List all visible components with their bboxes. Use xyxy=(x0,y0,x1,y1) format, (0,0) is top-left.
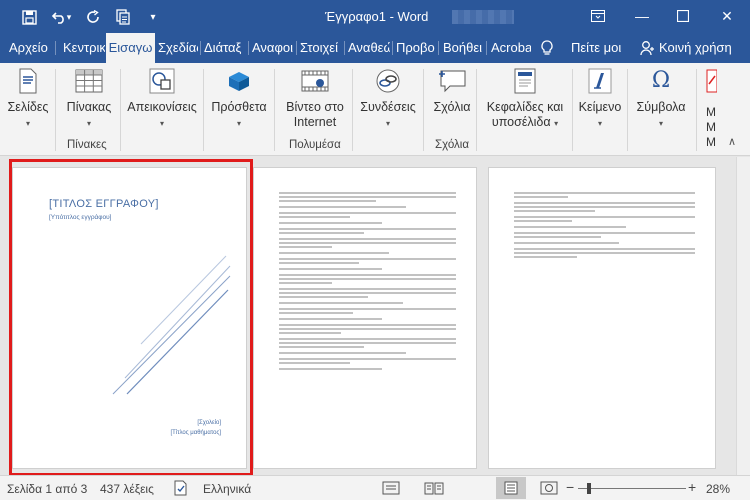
customize-quick-access-icon[interactable]: ▾ xyxy=(142,7,164,27)
undo-dropdown-icon[interactable]: ▾ xyxy=(64,7,74,27)
comments-group-label: Σχόλια xyxy=(435,139,469,151)
tell-me-search[interactable]: Πείτε μοι xyxy=(571,33,625,63)
document-area[interactable]: [ΤΙΤΛΟΣ ΕΓΓΡΑΦΟΥ] [Υπότιτλος εγγράφου] [… xyxy=(0,157,736,475)
video-icon xyxy=(299,66,331,96)
tab-review[interactable]: Αναθεώ xyxy=(348,33,390,63)
tab-insert[interactable]: Εισαγω xyxy=(106,33,155,63)
comment-icon xyxy=(436,66,468,96)
redo-icon[interactable] xyxy=(82,7,104,27)
addins-icon xyxy=(223,66,255,96)
title-bar: ▾ ▾ Έγγραφο1 - Word — ✕ xyxy=(0,0,750,33)
pages-icon xyxy=(12,66,44,96)
vertical-scrollbar[interactable] xyxy=(736,157,750,475)
tab-acrobat[interactable]: Acroba xyxy=(491,33,531,63)
tab-file[interactable]: Αρχείο xyxy=(9,33,49,63)
zoom-slider-thumb[interactable] xyxy=(586,483,591,494)
pages-button[interactable]: Σελίδες ▾ xyxy=(2,66,54,131)
touch-mode-icon[interactable] xyxy=(112,7,134,27)
online-video-button[interactable]: Βίντεο στο Internet xyxy=(279,66,351,130)
maximize-button[interactable] xyxy=(668,4,698,28)
print-layout-button[interactable] xyxy=(496,477,526,499)
account-name-redacted xyxy=(452,10,514,24)
tab-design[interactable]: Σχεδίας xyxy=(158,33,198,63)
lightbulb-icon[interactable] xyxy=(540,33,562,63)
tab-home[interactable]: Κεντρικ xyxy=(63,33,105,63)
proofing-icon[interactable] xyxy=(173,480,189,499)
tab-view[interactable]: Προβο xyxy=(396,33,436,63)
tab-mailings[interactable]: Στοιχεί xyxy=(300,33,342,63)
collapse-ribbon-icon[interactable]: ∧ xyxy=(728,135,736,148)
page-count[interactable]: Σελίδα 1 από 3 xyxy=(7,482,87,496)
header-footer-icon xyxy=(509,66,541,96)
share-button[interactable]: Κοινή χρήση xyxy=(659,33,747,63)
zoom-level[interactable]: 28% xyxy=(706,482,730,496)
text-button[interactable]: Κείμενο ▾ xyxy=(576,66,624,131)
comment-label: Σχόλια xyxy=(433,100,471,114)
tables-group-label: Πίνακες xyxy=(67,139,107,151)
addins-label: Πρόσθετα xyxy=(211,100,267,114)
tab-references[interactable]: Αναφοι xyxy=(252,33,294,63)
addins-button[interactable]: Πρόσθετα ▾ xyxy=(207,66,271,131)
table-icon xyxy=(73,66,105,96)
save-icon[interactable] xyxy=(18,7,40,27)
links-label: Συνδέσεις xyxy=(360,100,416,114)
cover-course[interactable]: [Τίτλος μαθήματος] xyxy=(170,430,221,436)
web-layout-icon[interactable] xyxy=(540,481,558,498)
word-count[interactable]: 437 λέξεις xyxy=(100,482,154,496)
online-video-label-1: Βίντεο στο xyxy=(286,100,344,114)
zoom-in-button[interactable]: + xyxy=(688,479,696,495)
media-group-label: Πολυμέσα xyxy=(289,139,341,151)
symbols-button[interactable]: Ω Σύμβολα ▾ xyxy=(632,66,690,131)
text-label: Κείμενο xyxy=(578,100,622,114)
header-footer-label-2: υποσέλιδα xyxy=(491,115,551,129)
page-3-text xyxy=(514,192,695,260)
share-person-icon[interactable] xyxy=(640,33,656,63)
page-3[interactable] xyxy=(488,167,716,469)
page-1[interactable]: [ΤΙΤΛΟΣ ΕΓΓΡΑΦΟΥ] [Υπότιτλος εγγράφου] [… xyxy=(12,167,247,469)
read-mode-icon[interactable] xyxy=(424,481,444,498)
zoom-out-button[interactable]: − xyxy=(566,479,574,495)
shapes-icon xyxy=(146,66,178,96)
table-button[interactable]: Πίνακας ▾ xyxy=(60,66,118,131)
page-2[interactable] xyxy=(253,167,477,469)
comment-button[interactable]: Σχόλια xyxy=(428,66,476,115)
header-footer-label-1: Κεφαλίδες και xyxy=(486,100,564,114)
page-2-text xyxy=(279,192,456,372)
acrobat-icon[interactable] xyxy=(705,68,718,94)
language[interactable]: Ελληνικά xyxy=(203,482,251,496)
omega-icon: Ω xyxy=(651,68,671,93)
close-button[interactable]: ✕ xyxy=(712,4,742,28)
minimize-button[interactable]: — xyxy=(627,4,657,28)
window-title: Έγγραφο1 - Word xyxy=(325,9,429,24)
table-label: Πίνακας xyxy=(66,100,112,114)
pages-label: Σελίδες xyxy=(7,100,49,114)
illustrations-button[interactable]: Απεικονίσεις ▾ xyxy=(124,66,200,131)
acrobat-truncated-label: ΜΜΜ xyxy=(706,105,716,149)
illustrations-label: Απεικονίσεις xyxy=(127,100,197,114)
status-bar: Σελίδα 1 από 3 437 λέξεις Ελληνικά − + 2… xyxy=(0,475,750,500)
ribbon-display-options-icon[interactable] xyxy=(583,4,613,28)
textbox-icon xyxy=(584,66,616,96)
ribbon-tabs: Αρχείο Κεντρικ Εισαγω Σχεδίας Διάταξ Ανα… xyxy=(0,33,750,63)
links-button[interactable]: Συνδέσεις ▾ xyxy=(356,66,420,131)
tab-help[interactable]: Βοήθει xyxy=(443,33,483,63)
cover-school[interactable]: [Σχολείο] xyxy=(197,420,221,426)
symbols-label: Σύμβολα xyxy=(636,100,686,114)
focus-mode-icon[interactable] xyxy=(382,481,400,498)
zoom-slider[interactable] xyxy=(578,488,686,489)
tab-layout[interactable]: Διάταξ xyxy=(204,33,246,63)
link-icon xyxy=(372,66,404,96)
header-footer-button[interactable]: Κεφαλίδες και υποσέλιδα ▾ xyxy=(480,66,570,131)
ribbon: Σελίδες ▾ Πίνακας ▾ Πίνακες Απεικονίσεις… xyxy=(0,63,750,156)
online-video-label-2: Internet xyxy=(293,115,337,129)
